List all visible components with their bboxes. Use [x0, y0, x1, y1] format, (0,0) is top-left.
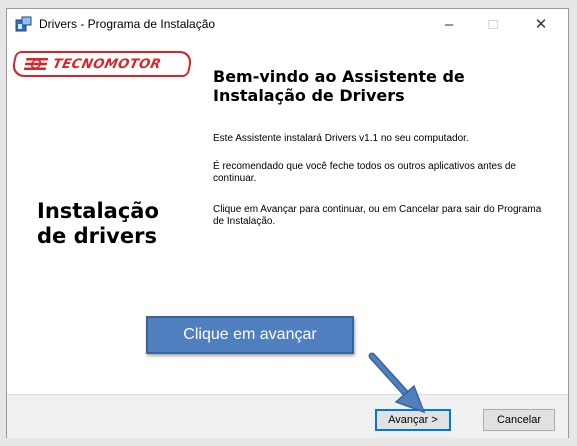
logo-text: TECNOMOTOR — [51, 56, 163, 72]
welcome-heading-line-2: Instalação de Drivers — [213, 86, 405, 105]
next-button[interactable]: Avançar > — [375, 409, 451, 431]
cancel-button[interactable]: Cancelar — [483, 409, 555, 431]
close-apps-paragraph: É recomendado que você feche todos os ou… — [213, 161, 516, 184]
tecnomotor-logo: TECNOMOTOR — [10, 51, 194, 77]
wizard-footer: Avançar > Cancelar — [7, 394, 568, 438]
welcome-heading-line-1: Bem-vindo ao Assistente de — [213, 67, 465, 86]
logo-mark-icon — [23, 57, 49, 71]
installer-window: Drivers - Programa de Instalação – □ ✕ T… — [6, 8, 569, 438]
intro-paragraph: Este Assistente instalará Drivers v1.1 n… — [213, 133, 469, 144]
sidebar-title: Instalação de drivers — [37, 199, 207, 249]
title-bar: Drivers - Programa de Instalação – □ ✕ — [7, 9, 568, 39]
minimize-icon: – — [444, 15, 454, 33]
maximize-icon: □ — [488, 15, 498, 33]
continue-paragraph: Clique em Avançar para continuar, ou em … — [213, 204, 542, 227]
close-icon: ✕ — [534, 16, 548, 33]
installer-app-icon — [15, 15, 33, 33]
window-title: Drivers - Programa de Instalação — [39, 17, 216, 31]
sidebar-title-line-2: de drivers — [37, 224, 157, 248]
welcome-heading: Bem-vindo ao Assistente de Instalação de… — [213, 67, 553, 105]
maximize-button[interactable]: □ — [471, 9, 515, 39]
sidebar-title-line-1: Instalação — [37, 199, 159, 223]
minimize-button[interactable]: – — [427, 9, 471, 39]
instruction-callout: Clique em avançar — [146, 316, 354, 354]
close-button[interactable]: ✕ — [519, 9, 563, 39]
